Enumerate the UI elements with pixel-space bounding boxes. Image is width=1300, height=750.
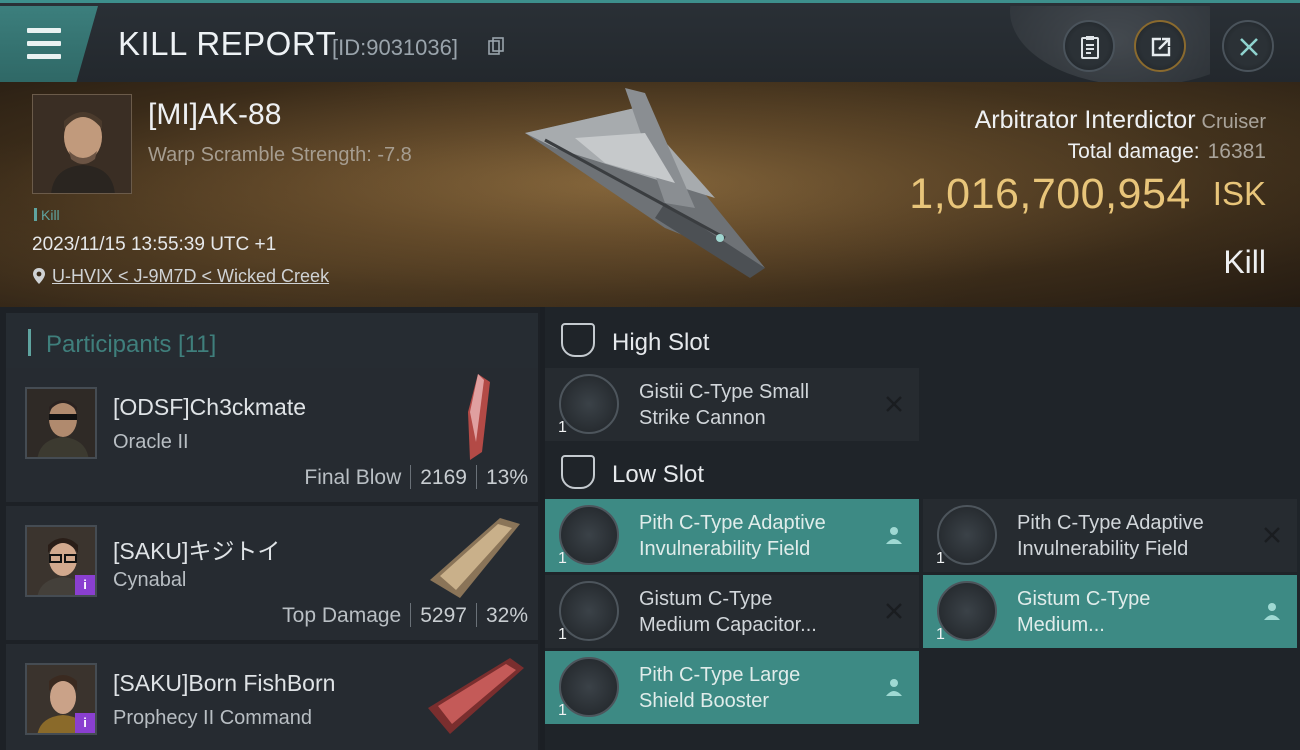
module-name: Pith C-Type Adaptive Invulnerability Fiel… <box>639 512 826 560</box>
participant-percent: 32% <box>485 604 528 627</box>
module-name: Gistum C-Type Medium... <box>1017 588 1151 636</box>
participant-ship: Prophecy II Command <box>113 707 312 729</box>
isk-currency: ISK <box>1212 175 1266 212</box>
participants-header: Participants [11] <box>6 313 538 371</box>
ship-name: Arbitrator Interdictor <box>974 106 1196 134</box>
destroyed-x-icon <box>886 396 902 412</box>
page-title: KILL REPORT <box>118 25 337 62</box>
high-slot-label: High Slot <box>612 329 710 356</box>
kill-datetime: 2023/11/15 13:55:39 UTC +1 <box>32 234 277 255</box>
participant-damage: 5297 <box>420 604 467 627</box>
clipboard-icon <box>1081 36 1099 59</box>
participant-ship: Cynabal <box>113 569 187 591</box>
location-link[interactable]: U-HVIX < J-9M7D < Wicked Creek <box>52 266 329 286</box>
victim-portrait[interactable] <box>32 94 132 194</box>
menu-icon <box>27 28 61 33</box>
copy-icon[interactable] <box>488 37 504 55</box>
module-icon <box>937 581 997 641</box>
participant-percent: 13% <box>485 466 528 489</box>
menu-button[interactable] <box>0 6 98 82</box>
slot-icon <box>561 323 595 357</box>
participant-name: [SAKU]キジトイ <box>113 538 281 564</box>
participant-row[interactable]: i [SAKU]キジトイ Cynabal Top Damage 5297 32% <box>6 506 538 640</box>
participants-panel: Participants [11] [ODSF]Ch3ckmate Oracle… <box>0 307 540 750</box>
fitting-panel: High Slot 1 Gistii C-Type Small Strike Ca… <box>545 307 1300 750</box>
module-item[interactable]: 1 Gistii C-Type Small Strike Cannon <box>545 368 919 441</box>
dropped-person-icon <box>1264 603 1280 620</box>
ship-class: Cruiser <box>1201 111 1266 133</box>
participant-row[interactable]: i [SAKU]Born FishBorn Prophecy II Comman… <box>6 644 538 750</box>
module-quantity: 1 <box>558 626 567 643</box>
participant-name: [SAKU]Born FishBorn <box>113 670 336 696</box>
isk-value: 1,016,700,954 ISK <box>909 170 1266 219</box>
victim-ship-image <box>525 88 765 278</box>
clipboard-button[interactable] <box>1063 20 1115 72</box>
participants-label: Participants [11] <box>46 331 217 358</box>
victim-panel: [MI]AK-88 Warp Scramble Strength: -7.8 K… <box>0 82 1300 307</box>
participant-stats: Top Damage 5297 32% <box>282 603 528 628</box>
warp-scramble-strength: Warp Scramble Strength: -7.8 <box>148 144 412 166</box>
module-quantity: 1 <box>558 702 567 719</box>
module-name: Pith C-Type Large Shield Booster <box>639 664 801 712</box>
close-icon <box>1240 38 1258 56</box>
participant-row[interactable]: [ODSF]Ch3ckmate Oracle II Final Blow 2169… <box>6 368 538 502</box>
module-icon <box>559 374 619 434</box>
total-damage-label: Total damage: <box>1067 140 1200 163</box>
dropped-person-icon <box>886 527 902 544</box>
low-slot-label: Low Slot <box>612 461 705 488</box>
dropped-person-icon <box>886 679 902 696</box>
module-icon <box>559 581 619 641</box>
kill-result: Kill <box>1223 244 1266 280</box>
participant-role: Top Damage <box>282 604 402 627</box>
participant-role: Final Blow <box>304 466 402 489</box>
module-icon <box>937 505 997 565</box>
module-name: Gistum C-Type Medium Capacitor... <box>639 588 817 636</box>
location-pin-icon <box>33 268 45 284</box>
destroyed-x-icon <box>886 603 902 619</box>
module-icon <box>559 657 619 717</box>
module-item[interactable]: 1 Gistum C-Type Medium... <box>923 575 1297 648</box>
module-quantity: 1 <box>558 419 567 436</box>
share-button[interactable] <box>1134 20 1186 72</box>
module-name: Pith C-Type Adaptive Invulnerability Fiel… <box>1017 512 1204 560</box>
destroyed-x-icon <box>1264 527 1280 543</box>
low-slot-header: Low Slot <box>545 443 1300 501</box>
module-quantity: 1 <box>936 626 945 643</box>
participant-stats: Final Blow 2169 13% <box>304 465 528 490</box>
top-bar: KILL REPORT [ID:9031036] <box>0 0 1300 84</box>
victim-name[interactable]: [MI]AK-88 <box>148 98 281 132</box>
kill-location[interactable]: U-HVIX < J-9M7D < Wicked Creek <box>32 266 329 287</box>
close-button[interactable] <box>1222 20 1274 72</box>
participant-ship-image <box>430 518 520 598</box>
total-damage: Total damage: 16381 <box>1068 140 1266 164</box>
module-name: Gistii C-Type Small Strike Cannon <box>639 381 810 429</box>
kill-id: [ID:9031036] <box>332 35 458 60</box>
participant-name: [ODSF]Ch3ckmate <box>113 394 306 420</box>
slot-icon <box>561 455 595 489</box>
avatar <box>25 387 97 459</box>
info-badge[interactable]: i <box>75 575 95 595</box>
module-item[interactable]: 1 Pith C-Type Adaptive Invulnerability Fi… <box>545 499 919 572</box>
participant-damage: 2169 <box>420 466 467 489</box>
victim-ship-type: Arbitrator Interdictor Cruiser <box>975 106 1266 135</box>
participant-ship: Oracle II <box>113 431 189 453</box>
module-icon <box>559 505 619 565</box>
module-item[interactable]: 1 Pith C-Type Adaptive Invulnerability Fi… <box>923 499 1297 572</box>
module-quantity: 1 <box>936 550 945 567</box>
participant-ship-image <box>468 374 490 460</box>
isk-amount: 1,016,700,954 <box>909 170 1191 218</box>
participant-ship-image <box>428 658 524 734</box>
module-item[interactable]: 1 Pith C-Type Large Shield Booster <box>545 651 919 724</box>
high-slot-header: High Slot <box>545 311 1300 369</box>
share-icon <box>1151 37 1171 57</box>
module-item[interactable]: 1 Gistum C-Type Medium Capacitor... <box>545 575 919 648</box>
module-quantity: 1 <box>558 550 567 567</box>
info-badge[interactable]: i <box>75 713 95 733</box>
kill-tag: Kill <box>34 207 60 223</box>
total-damage-value: 16381 <box>1207 140 1266 163</box>
